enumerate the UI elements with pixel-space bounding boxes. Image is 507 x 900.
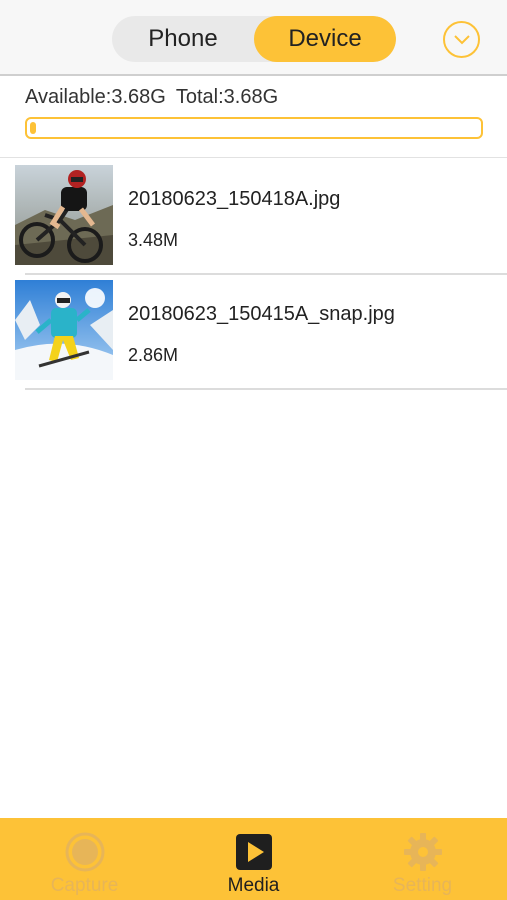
segment-phone[interactable]: Phone (112, 16, 254, 62)
tab-setting[interactable]: Setting (338, 818, 507, 900)
file-thumbnail (15, 165, 113, 265)
tab-capture[interactable]: Capture (0, 818, 169, 900)
available-storage: Available:3.68G (25, 86, 166, 108)
file-row[interactable]: 20180623_150418A.jpg 3.48M (0, 160, 507, 275)
file-name: 20180623_150418A.jpg (128, 188, 341, 210)
media-play-icon (234, 832, 274, 872)
storage-text: Available:3.68G Total:3.68G (25, 86, 288, 109)
file-row[interactable]: 20180623_150415A_snap.jpg 2.86M (0, 275, 507, 390)
mountain-bike-photo (15, 165, 113, 265)
skier-photo (15, 280, 113, 380)
total-storage: Total:3.68G (175, 86, 279, 108)
file-thumbnail (15, 280, 113, 380)
chevron-down-icon (453, 34, 470, 44)
tab-media-label: Media (227, 875, 280, 896)
tab-setting-label: Setting (392, 875, 453, 896)
source-segmented-control: Phone Device (112, 16, 396, 62)
dropdown-button[interactable] (443, 21, 480, 58)
top-bar: Phone Device (0, 0, 507, 76)
capture-icon (65, 832, 105, 872)
storage-progress-fill (30, 122, 36, 134)
file-list: 20180623_150418A.jpg 3.48M 20180623_1504… (0, 160, 507, 390)
file-size: 2.86M (128, 345, 179, 365)
file-size: 3.48M (128, 230, 179, 250)
file-name: 20180623_150415A_snap.jpg (128, 303, 395, 325)
tab-media[interactable]: Media (169, 818, 338, 900)
gear-icon (403, 832, 443, 872)
tab-capture-label: Capture (50, 875, 119, 896)
storage-info: Available:3.68G Total:3.68G (0, 78, 507, 158)
row-divider (25, 388, 507, 390)
segment-device[interactable]: Device (254, 16, 396, 62)
bottom-tab-bar: Capture Media Setting (0, 818, 507, 900)
storage-progress-bar (25, 117, 483, 139)
